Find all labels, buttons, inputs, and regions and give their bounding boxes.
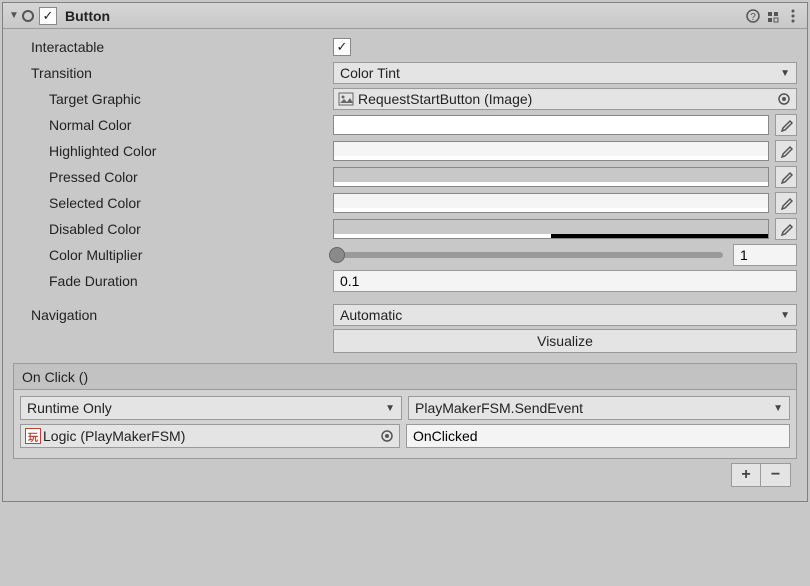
highlighted-color-field[interactable]: [333, 141, 769, 161]
normal-color-label: Normal Color: [13, 117, 333, 133]
component-title: Button: [61, 8, 743, 24]
selected-color-field[interactable]: [333, 193, 769, 213]
event-header: On Click (): [14, 364, 796, 390]
eyedropper-icon[interactable]: [775, 218, 797, 240]
interactable-checkbox[interactable]: ✓: [333, 38, 351, 56]
svg-text:?: ?: [750, 12, 756, 23]
call-state-dropdown[interactable]: Runtime Only ▼: [20, 396, 402, 420]
transition-value: Color Tint: [340, 65, 400, 81]
image-icon: [338, 92, 354, 106]
navigation-label: Navigation: [13, 307, 333, 323]
target-graphic-label: Target Graphic: [13, 91, 333, 107]
eyedropper-icon[interactable]: [775, 140, 797, 162]
visualize-button[interactable]: Visualize: [333, 329, 797, 353]
fade-duration-label: Fade Duration: [13, 273, 333, 289]
highlighted-color-label: Highlighted Color: [13, 143, 333, 159]
component-status-icon: [21, 9, 35, 23]
slider-thumb[interactable]: [329, 247, 345, 263]
component-header: ▼ ✓ Button ?: [3, 3, 807, 29]
playmaker-icon: 玩: [25, 428, 41, 444]
interactable-label: Interactable: [13, 39, 333, 55]
color-multiplier-input[interactable]: [733, 244, 797, 266]
event-list-footer: + −: [13, 459, 797, 491]
help-icon[interactable]: ?: [743, 6, 763, 26]
button-component-inspector: ▼ ✓ Button ? Interactable ✓ Transition C…: [2, 2, 808, 502]
eyedropper-icon[interactable]: [775, 192, 797, 214]
pressed-color-field[interactable]: [333, 167, 769, 187]
chevron-down-icon: ▼: [385, 403, 395, 414]
method-dropdown[interactable]: PlayMakerFSM.SendEvent ▼: [408, 396, 790, 420]
event-argument-input[interactable]: [406, 424, 790, 448]
pressed-color-label: Pressed Color: [13, 169, 333, 185]
disabled-color-label: Disabled Color: [13, 221, 333, 237]
foldout-toggle[interactable]: ▼: [7, 10, 21, 21]
disabled-color-field[interactable]: [333, 219, 769, 239]
chevron-down-icon: ▼: [780, 310, 790, 321]
on-click-event-box: On Click () Runtime Only ▼ PlayMakerFSM.…: [13, 363, 797, 459]
context-menu-icon[interactable]: [783, 6, 803, 26]
navigation-dropdown[interactable]: Automatic ▼: [333, 304, 797, 326]
chevron-down-icon: ▼: [773, 403, 783, 414]
preset-icon[interactable]: [763, 6, 783, 26]
target-graphic-field[interactable]: RequestStartButton (Image): [333, 88, 797, 110]
fade-duration-input[interactable]: [333, 270, 797, 292]
object-picker-icon[interactable]: [379, 428, 395, 444]
component-body: Interactable ✓ Transition Color Tint ▼ T…: [3, 29, 807, 501]
object-picker-icon[interactable]: [776, 91, 792, 107]
transition-dropdown[interactable]: Color Tint ▼: [333, 62, 797, 84]
event-body: Runtime Only ▼ PlayMakerFSM.SendEvent ▼ …: [14, 390, 796, 458]
eyedropper-icon[interactable]: [775, 166, 797, 188]
component-enabled-checkbox[interactable]: ✓: [39, 7, 57, 25]
color-multiplier-label: Color Multiplier: [13, 247, 333, 263]
normal-color-field[interactable]: [333, 115, 769, 135]
navigation-value: Automatic: [340, 307, 402, 323]
chevron-down-icon: ▼: [780, 68, 790, 79]
eyedropper-icon[interactable]: [775, 114, 797, 136]
remove-event-button[interactable]: −: [761, 463, 791, 487]
target-graphic-value: RequestStartButton (Image): [358, 91, 532, 107]
event-target-field[interactable]: 玩 Logic (PlayMakerFSM): [20, 424, 400, 448]
transition-label: Transition: [13, 65, 333, 81]
add-event-button[interactable]: +: [731, 463, 761, 487]
selected-color-label: Selected Color: [13, 195, 333, 211]
color-multiplier-slider[interactable]: [333, 252, 723, 258]
